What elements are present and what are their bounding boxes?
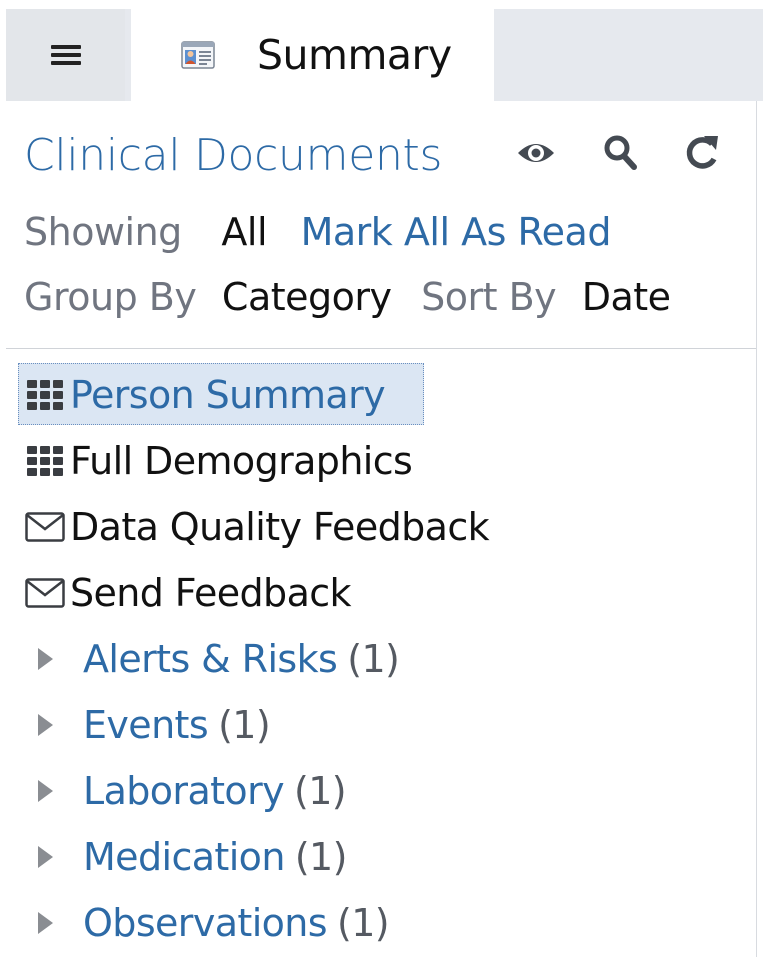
category-name: Laboratory — [83, 769, 285, 813]
category-alerts-risks[interactable]: Alerts & Risks (1) — [18, 626, 738, 692]
showing-value[interactable]: All — [221, 210, 267, 254]
mark-all-read-link[interactable]: Mark All As Read — [301, 210, 612, 254]
document-item-label: Full Demographics — [70, 439, 413, 483]
panel-header: Clinical Documents — [24, 130, 744, 190]
page-title: Clinical Documents — [24, 130, 443, 181]
category-name: Events — [83, 703, 209, 747]
expand-arrow-icon[interactable] — [38, 846, 53, 868]
tab-bar: Summary — [6, 9, 763, 101]
panel-right-border — [756, 101, 757, 957]
document-item-person-summary[interactable]: Person Summary — [18, 362, 738, 428]
category-observations[interactable]: Observations (1) — [18, 890, 738, 956]
expand-arrow-icon[interactable] — [38, 714, 53, 736]
showing-label: Showing — [24, 210, 182, 254]
document-item-send-feedback[interactable]: Send Feedback — [18, 560, 738, 626]
refresh-icon[interactable] — [682, 132, 720, 174]
grid-icon — [22, 375, 68, 415]
document-item-label: Data Quality Feedback — [70, 505, 490, 549]
category-name: Medication — [83, 835, 285, 879]
document-item-data-quality-feedback[interactable]: Data Quality Feedback — [18, 494, 738, 560]
category-medication[interactable]: Medication (1) — [18, 824, 738, 890]
document-item-label: Person Summary — [70, 373, 386, 417]
group-by-label: Group By — [24, 275, 197, 319]
category-name: Observations — [83, 901, 328, 945]
hamburger-icon — [50, 45, 81, 65]
header-divider — [6, 348, 756, 349]
group-by-value[interactable]: Category — [222, 275, 392, 319]
category-count: (1) — [218, 703, 271, 747]
envelope-icon — [22, 573, 68, 613]
expand-arrow-icon[interactable] — [38, 912, 53, 934]
group-sort-row: Group By Category Sort By Date — [24, 275, 671, 319]
sort-by-value[interactable]: Date — [582, 275, 671, 319]
document-item-label: Send Feedback — [70, 571, 352, 615]
expand-arrow-icon[interactable] — [38, 780, 53, 802]
expand-arrow-icon[interactable] — [38, 648, 53, 670]
document-item-full-demographics[interactable]: Full Demographics — [18, 428, 738, 494]
category-count: (1) — [347, 637, 400, 681]
envelope-icon — [22, 507, 68, 547]
document-list: Person Summary Full Demographics Data Qu… — [18, 362, 738, 956]
sort-by-label: Sort By — [421, 275, 557, 319]
tab-summary-label: Summary — [257, 31, 452, 79]
clinical-documents-panel: Summary Clinical Documents Showing All M… — [0, 0, 763, 957]
category-laboratory[interactable]: Laboratory (1) — [18, 758, 738, 824]
category-count: (1) — [337, 901, 390, 945]
menu-button[interactable] — [6, 9, 125, 101]
category-name: Alerts & Risks — [83, 637, 338, 681]
category-count: (1) — [294, 769, 347, 813]
category-count: (1) — [294, 835, 348, 879]
eye-icon[interactable] — [516, 132, 554, 174]
search-icon[interactable] — [602, 132, 640, 174]
contact-card-icon — [181, 40, 215, 70]
grid-icon — [22, 441, 68, 481]
category-events[interactable]: Events (1) — [18, 692, 738, 758]
tab-summary[interactable]: Summary — [131, 9, 494, 101]
showing-filter-row: Showing All Mark All As Read — [24, 210, 611, 254]
